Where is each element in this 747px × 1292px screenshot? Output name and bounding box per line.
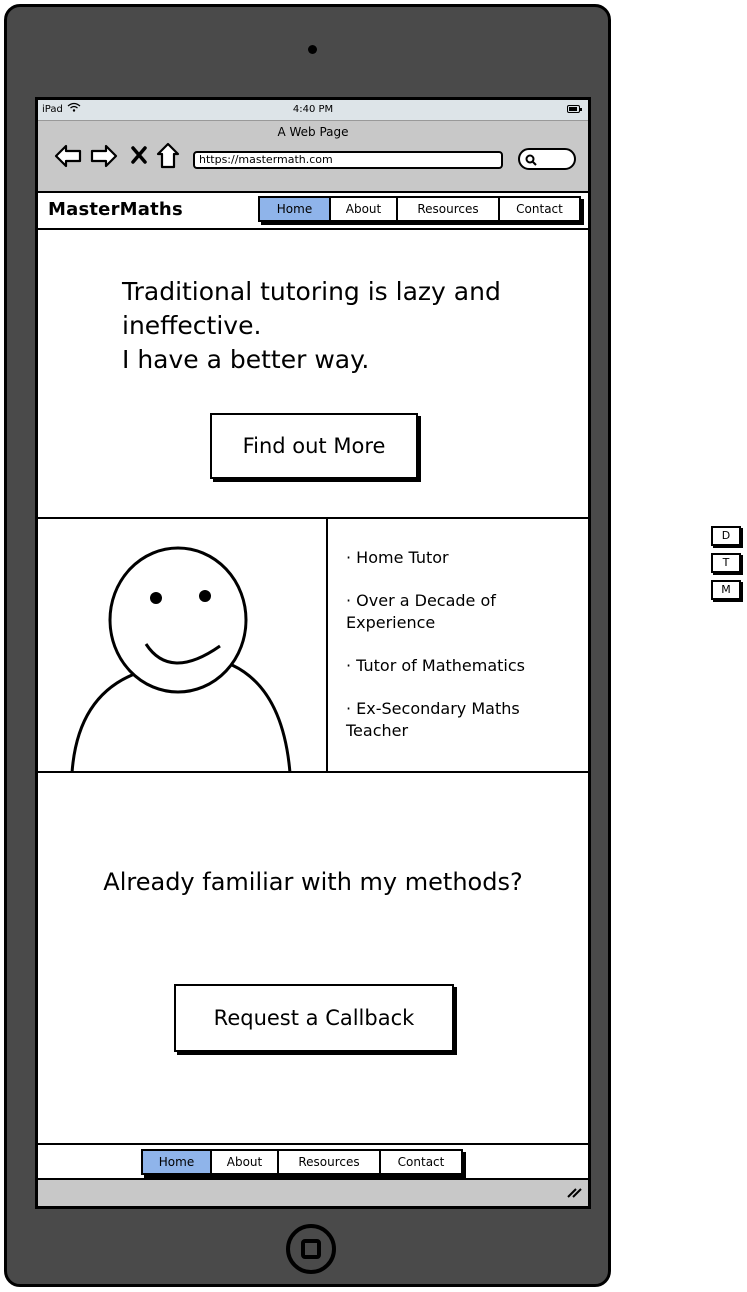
tab-home[interactable]: Home (260, 198, 331, 220)
footer-tab-home[interactable]: Home (143, 1151, 212, 1173)
portrait-placeholder (38, 519, 326, 774)
find-out-more-button[interactable]: Find out More (210, 413, 418, 479)
url-text: https://mastermath.com (199, 153, 333, 166)
hero-heading: Traditional tutoring is lazy and ineffec… (122, 275, 542, 377)
request-callback-button[interactable]: Request a Callback (174, 984, 454, 1052)
tab-contact[interactable]: Contact (500, 198, 579, 220)
status-bar: iPad 4:40 PM (38, 100, 588, 121)
search-button[interactable] (518, 148, 576, 170)
camera-dot (308, 45, 317, 54)
list-item: · Ex-Secondary Maths Teacher (346, 699, 520, 740)
footer-tab-about[interactable]: About (212, 1151, 279, 1173)
browser-status-bar (38, 1178, 588, 1206)
footer-divider (38, 1143, 588, 1145)
back-arrow-icon[interactable] (54, 143, 82, 169)
hero-line: I have a better way. (122, 345, 370, 374)
desktop-view-button[interactable]: D (711, 526, 741, 546)
tablet-view-button[interactable]: T (711, 553, 741, 573)
url-bar[interactable]: https://mastermath.com (193, 151, 503, 169)
footer-tab-resources[interactable]: Resources (279, 1151, 381, 1173)
status-time: 4:40 PM (292, 104, 334, 115)
device-screen: iPad 4:40 PM A Web Page https://masterma… (35, 97, 591, 1209)
column-divider (326, 517, 328, 773)
hero-line: Traditional tutoring is lazy and (122, 277, 501, 306)
callout-heading: Already familiar with my methods? (103, 868, 523, 896)
forward-arrow-icon[interactable] (90, 143, 118, 169)
list-item: · Home Tutor (346, 548, 449, 567)
home-icon[interactable] (156, 142, 180, 170)
footer-tab-contact[interactable]: Contact (381, 1151, 461, 1173)
close-icon[interactable] (130, 145, 148, 165)
resize-grip-icon[interactable] (566, 1184, 582, 1203)
tab-about[interactable]: About (331, 198, 398, 220)
search-icon (525, 154, 537, 166)
list-item: · Tutor of Mathematics (346, 656, 525, 675)
battery-icon (567, 105, 582, 113)
site-logo[interactable]: MasterMaths (48, 199, 183, 220)
tab-resources[interactable]: Resources (398, 198, 500, 220)
browser-toolbar: A Web Page https://mastermath.com (38, 121, 588, 193)
browser-page-title: A Web Page (277, 125, 349, 139)
hero-line: ineffective. (122, 311, 262, 340)
device-home-button[interactable] (286, 1224, 336, 1274)
mobile-view-button[interactable]: M (711, 580, 741, 600)
top-nav: Home About Resources Contact (258, 196, 581, 222)
list-item: · Over a Decade of Experience (346, 591, 496, 632)
section-divider (38, 771, 588, 773)
footer-nav: Home About Resources Contact (141, 1149, 463, 1175)
home-button-square-icon (301, 1239, 321, 1259)
ipad-device-frame: iPad 4:40 PM A Web Page https://masterma… (4, 4, 611, 1287)
